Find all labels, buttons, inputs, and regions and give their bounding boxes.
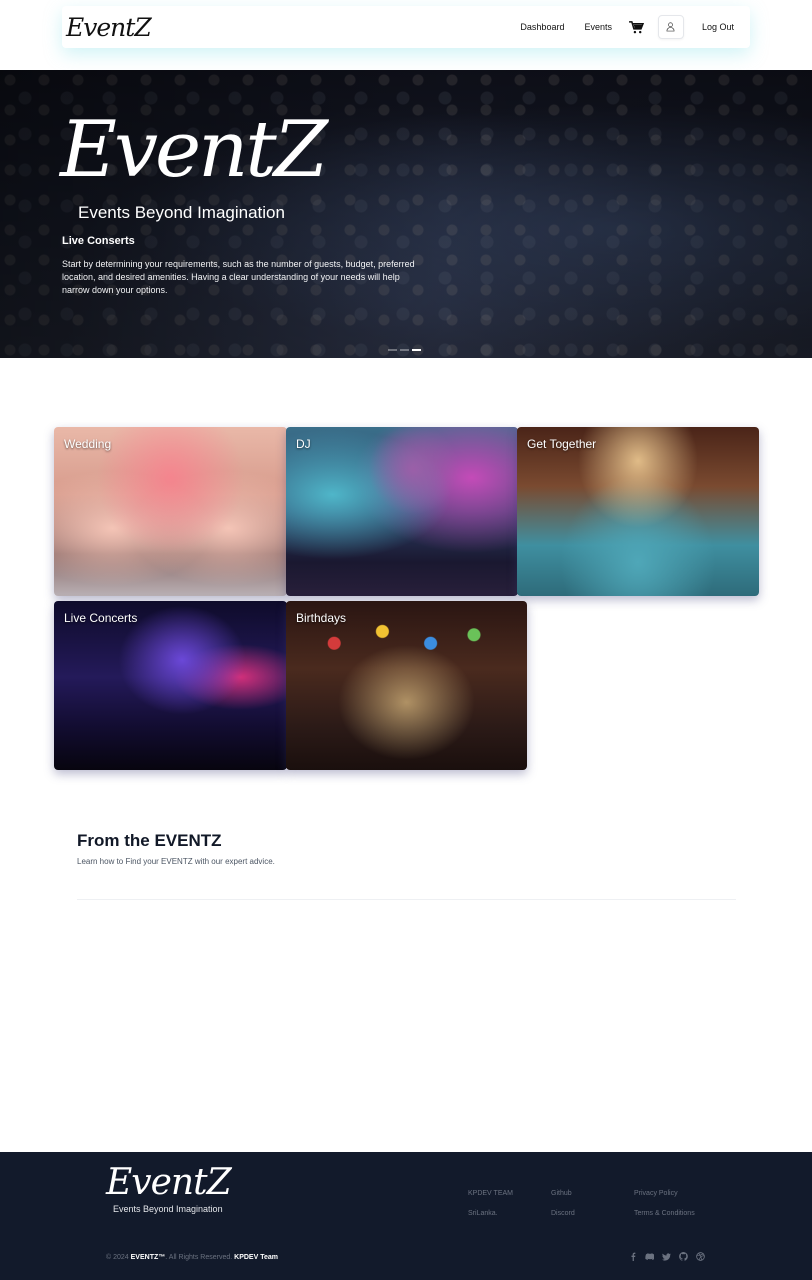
hero-logo: EventZ	[60, 105, 328, 195]
nav-link-events[interactable]: Events	[574, 22, 622, 32]
discord-icon[interactable]	[645, 1252, 654, 1261]
footer-team-label: KPDEV TEAM	[468, 1190, 513, 1197]
category-card-dj[interactable]: DJ	[286, 427, 518, 596]
category-label: Get Together	[527, 437, 597, 451]
github-icon[interactable]	[679, 1252, 688, 1261]
category-card-get-together[interactable]: Get Together	[517, 427, 759, 596]
nav-logo[interactable]: EventZ	[66, 13, 152, 42]
category-label: Live Concerts	[64, 611, 138, 625]
footer-logo[interactable]: EventZ	[106, 1162, 232, 1203]
footer-copyright: © 2024 EVENTZ™. All Rights Reserved. KPD…	[106, 1254, 278, 1261]
footer: EventZ Events Beyond Imagination KPDEV T…	[0, 1152, 812, 1280]
footer-location: SriLanka.	[468, 1210, 498, 1217]
cart-icon[interactable]	[626, 16, 648, 38]
social-links	[628, 1252, 705, 1261]
footer-link-github[interactable]: Github	[551, 1190, 572, 1197]
footer-team-link[interactable]: KPDEV Team	[234, 1254, 278, 1261]
carousel-dot[interactable]	[400, 349, 409, 351]
user-profile-button[interactable]	[657, 15, 684, 39]
facebook-icon[interactable]	[628, 1252, 637, 1261]
nav-link-dashboard[interactable]: Dashboard	[510, 22, 574, 32]
category-card-live-concerts[interactable]: Live Concerts	[54, 601, 287, 770]
section-subtitle: Learn how to Find your EVENTZ with our e…	[77, 857, 275, 866]
category-label: Wedding	[64, 437, 112, 451]
footer-link-privacy[interactable]: Privacy Policy	[634, 1190, 678, 1197]
category-card-birthdays[interactable]: Birthdays	[286, 601, 527, 770]
footer-link-discord[interactable]: Discord	[551, 1210, 575, 1217]
section-divider	[77, 899, 736, 900]
carousel-indicators	[388, 349, 421, 351]
navbar: EventZ Dashboard Events Log Out	[62, 6, 750, 48]
section-title: From the EVENTZ	[77, 831, 222, 850]
footer-tagline: Events Beyond Imagination	[113, 1204, 223, 1214]
user-icon	[667, 22, 675, 32]
hero-tagline: Events Beyond Imagination	[78, 203, 285, 222]
category-card-wedding[interactable]: Wedding	[54, 427, 287, 596]
twitter-icon[interactable]	[662, 1252, 671, 1261]
footer-brand: EVENTZ™	[130, 1254, 166, 1261]
hero-title: Live Conserts	[62, 235, 135, 247]
logout-button[interactable]: Log Out	[692, 22, 744, 32]
hero-description: Start by determining your requirements, …	[62, 259, 415, 295]
carousel-dot-active[interactable]	[412, 349, 421, 351]
carousel-dot[interactable]	[388, 349, 397, 351]
category-label: DJ	[296, 437, 311, 451]
nav-right: Dashboard Events Log Out	[510, 15, 744, 39]
category-label: Birthdays	[296, 611, 347, 625]
footer-link-terms[interactable]: Terms & Conditions	[634, 1210, 695, 1217]
hero-carousel[interactable]: EventZ Events Beyond Imagination Live Co…	[0, 70, 812, 358]
dribbble-icon[interactable]	[696, 1252, 705, 1261]
